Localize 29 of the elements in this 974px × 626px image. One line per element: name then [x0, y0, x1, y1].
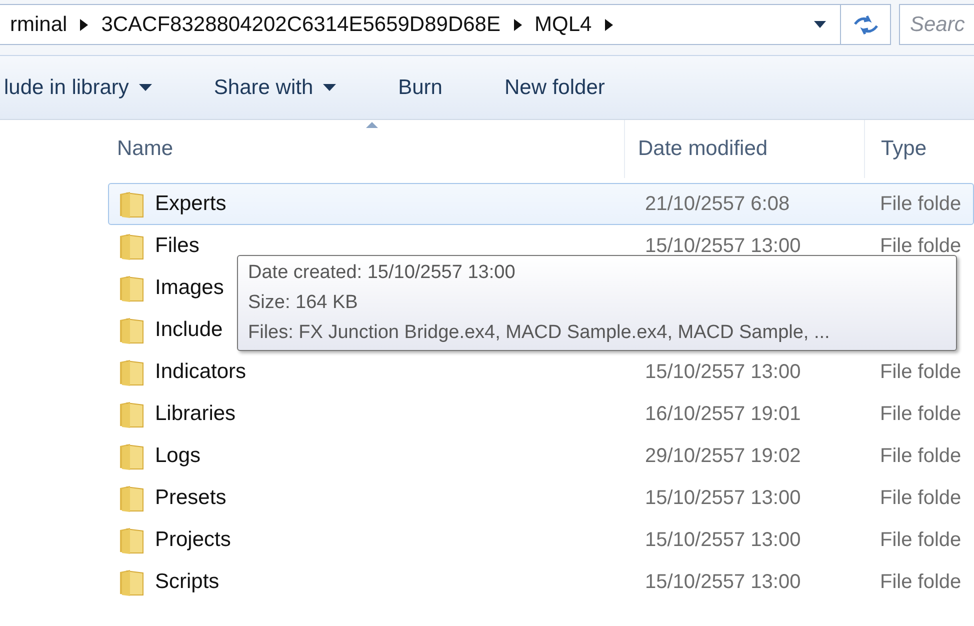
file-name: Include: [155, 318, 223, 342]
date-modified: 15/10/2557 13:00: [644, 528, 801, 552]
tooltip-line: Files: FX Junction Bridge.ex4, MACD Sample.ex4, MACD Sample, ...: [248, 322, 831, 344]
tooltip-line: Date created: 15/10/2557 13:00: [248, 262, 516, 284]
date-modified: 15/10/2557 13:00: [644, 234, 801, 258]
date-modified: 15/10/2557 13:00: [644, 570, 801, 594]
file-name: Scripts: [155, 570, 220, 594]
file-type: File folde: [879, 444, 962, 468]
date-modified: 15/10/2557 13:00: [644, 360, 801, 384]
date-modified: 21/10/2557 6:08: [644, 192, 790, 216]
file-type: File folde: [879, 402, 962, 426]
tooltip-line: Size: 164 KB: [248, 292, 359, 314]
file-name: Experts: [155, 192, 226, 216]
file-name: Logs: [155, 444, 201, 468]
file-name: Images: [155, 276, 224, 300]
file-type: File folde: [879, 360, 962, 384]
date-modified: 16/10/2557 19:01: [644, 402, 801, 426]
file-name: Libraries: [155, 402, 236, 426]
file-name: Presets: [155, 486, 226, 510]
file-name: Files: [155, 234, 200, 258]
date-modified: 15/10/2557 13:00: [644, 486, 801, 510]
file-type: File folde: [879, 570, 962, 594]
file-type: File folde: [879, 234, 962, 258]
file-type: File folde: [879, 192, 962, 216]
file-type: File folde: [879, 528, 962, 552]
file-name: Indicators: [155, 360, 246, 384]
file-name: Projects: [155, 528, 231, 552]
file-type: File folde: [879, 486, 962, 510]
date-modified: 29/10/2557 19:02: [644, 444, 801, 468]
